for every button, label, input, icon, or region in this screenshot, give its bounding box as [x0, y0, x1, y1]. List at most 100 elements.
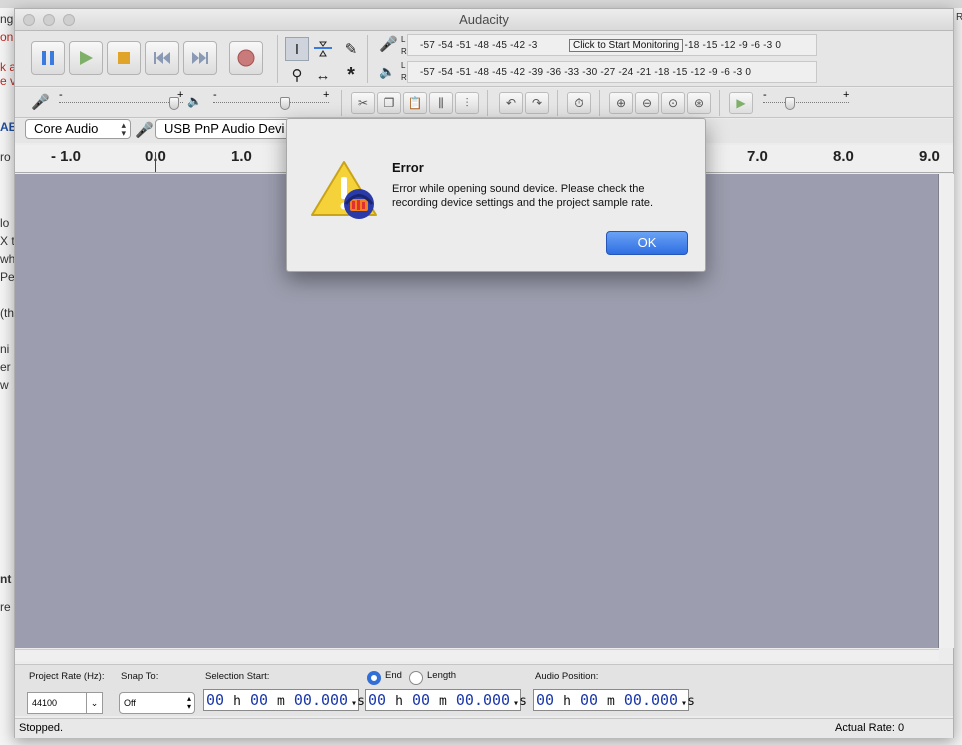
ruler-label: 8.0 [833, 148, 854, 165]
title-bar: Audacity [15, 9, 953, 31]
horizontal-scrollbar[interactable] [15, 649, 939, 661]
copy-icon: ❐ [383, 96, 395, 110]
playback-volume-slider[interactable] [213, 102, 329, 103]
stop-icon [118, 52, 130, 64]
up-down-arrows-icon: ▴ ▾ [186, 694, 191, 711]
asterisk-icon: * [347, 63, 355, 86]
ok-button[interactable]: OK [606, 231, 688, 255]
playback-meter[interactable]: -57 -54 -51 -48 -45 -42 -39 -36 -33 -30 … [407, 61, 817, 83]
skip-to-end-icon [192, 52, 208, 64]
play-speed-thumb[interactable] [785, 97, 795, 110]
monitor-tooltip: Click to Start Monitoring [569, 39, 684, 52]
recording-device-value: USB PnP Audio Devi [164, 121, 285, 136]
stop-button[interactable] [107, 41, 141, 75]
project-rate-label: Project Rate (Hz): [29, 671, 105, 682]
zoom-out-icon: ⊖ [641, 96, 653, 110]
draw-tool-button[interactable]: ✎ [339, 37, 363, 61]
record-meter-scale-tail: 21 -18 -15 -12 -9 -6 -3 0 [670, 40, 782, 51]
stopwatch-icon: ⏱ [574, 95, 584, 110]
multi-tool-button[interactable]: * [339, 63, 363, 87]
seconds-value: 00.000 [293, 691, 349, 709]
copy-button[interactable]: ❐ [377, 92, 401, 114]
selection-start-time[interactable]: 00 h 00 m 00.000 s ▾ [203, 689, 365, 711]
zoom-out-button[interactable]: ⊖ [635, 92, 659, 114]
audio-host-select[interactable]: Core Audio ▴ ▾ [25, 119, 131, 139]
silence-button[interactable]: ⫶ [455, 92, 479, 114]
redo-icon: ↷ [531, 96, 543, 110]
playback-meter-speaker-icon[interactable]: 🔈 [379, 64, 395, 80]
undo-button[interactable]: ↶ [499, 92, 523, 114]
mic-icon: 🎤 [31, 94, 50, 111]
minutes-value: 00 [249, 691, 269, 709]
bg-fragment: ni [0, 342, 10, 356]
seconds-unit: s [357, 694, 365, 709]
background-menubar [0, 0, 962, 8]
vertical-scrollbar[interactable] [939, 174, 954, 648]
hours-value: 00 [206, 691, 225, 709]
hours-value: 00 [368, 691, 387, 709]
pencil-icon: ✎ [344, 41, 358, 58]
selection-tool-button[interactable]: I [285, 37, 309, 61]
pause-button[interactable] [31, 41, 65, 75]
time-shift-tool-button[interactable]: ↔ [311, 63, 335, 87]
meter-right-label: R [401, 73, 407, 82]
play-button[interactable] [69, 41, 103, 75]
bg-fragment: Pe [0, 270, 15, 284]
recording-device-select[interactable]: USB PnP Audio Devi [155, 119, 305, 139]
zoom-tool-button[interactable]: ⚲ [285, 63, 309, 87]
slider-min-label: - [213, 89, 217, 101]
paste-button[interactable]: 📋 [403, 92, 427, 114]
bg-fragment: X t [0, 234, 15, 248]
dialog-title: Error [392, 160, 424, 175]
cut-button[interactable]: ✂ [351, 92, 375, 114]
zoom-in-button[interactable]: ⊕ [609, 92, 633, 114]
ruler-label: 9.0 [919, 148, 940, 165]
play-speed-slider[interactable] [763, 102, 849, 103]
chevron-down-icon: ▾ [680, 698, 687, 709]
chevron-down-icon: ▾ [350, 698, 357, 709]
snap-to-select[interactable]: Off ▴ ▾ [119, 692, 195, 714]
ruler-label: - 1.0 [51, 148, 82, 165]
recording-volume-thumb[interactable] [169, 97, 179, 110]
record-meter-mic-icon[interactable]: 🎤 [379, 35, 398, 53]
playback-meter-scale: -57 -54 -51 -48 -45 -42 -39 -36 -33 -30 … [420, 67, 752, 78]
minutes-unit: m [439, 694, 447, 709]
recording-volume-slider[interactable] [59, 102, 183, 103]
record-button[interactable] [229, 41, 263, 75]
bg-fragment: ng [0, 12, 14, 26]
slider-min-label: - [763, 89, 767, 101]
snap-to-label: Snap To: [121, 671, 159, 682]
playback-volume-thumb[interactable] [280, 97, 290, 110]
end-radio[interactable] [367, 671, 381, 685]
bg-fragment: (th [0, 306, 15, 320]
meter-left-label: L [401, 61, 406, 70]
double-arrow-icon: ↔ [315, 66, 331, 84]
selection-end-time[interactable]: 00 h 00 m 00.000 s ▾ [365, 689, 527, 711]
audio-position-time[interactable]: 00 h 00 m 00.000 s ▾ [533, 689, 695, 711]
sync-lock-button[interactable]: ⏱ [567, 92, 591, 114]
trim-button[interactable]: ⫼ [429, 92, 453, 114]
record-icon [237, 49, 255, 67]
seconds-value: 00.000 [455, 691, 511, 709]
hours-unit: h [233, 694, 241, 709]
i-beam-icon: I [294, 40, 300, 58]
audio-position-label: Audio Position: [535, 671, 599, 682]
seconds-unit: s [687, 694, 695, 709]
play-icon [80, 51, 93, 65]
slider-min-label: - [59, 89, 63, 101]
redo-button[interactable]: ↷ [525, 92, 549, 114]
skip-to-start-button[interactable] [145, 41, 179, 75]
play-at-speed-button[interactable]: ▶ [729, 92, 753, 114]
fit-selection-button[interactable]: ⊙ [661, 92, 685, 114]
skip-to-end-button[interactable] [183, 41, 217, 75]
length-radio[interactable] [409, 671, 423, 685]
minutes-unit: m [607, 694, 615, 709]
end-radio-label: End [385, 670, 402, 681]
project-rate-select[interactable]: 44100 ⌄ [27, 692, 103, 714]
bg-fragment: lo [0, 216, 10, 230]
envelope-tool-button[interactable] [311, 37, 335, 61]
chevron-down-icon: ⌄ [86, 693, 102, 713]
scissors-icon: ✂ [357, 96, 369, 110]
fit-project-button[interactable]: ⊛ [687, 92, 711, 114]
skip-to-start-icon [154, 52, 170, 64]
